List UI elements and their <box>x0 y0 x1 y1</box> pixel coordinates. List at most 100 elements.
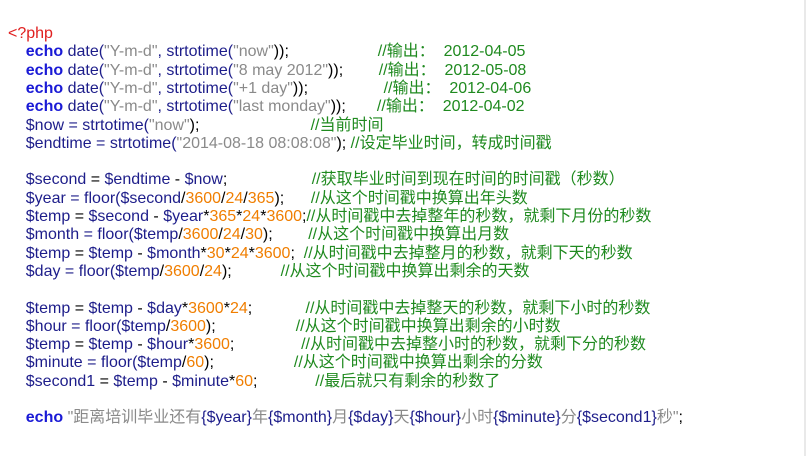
code-string: "Y-m-d" <box>104 43 158 61</box>
code-comment: //从时间戳中去掉整月的秒数，就剩下天的秒数 <box>303 244 633 262</box>
code-string: 小时 <box>461 409 494 427</box>
code-string: 年 <box>251 409 268 427</box>
code-token: 365 <box>247 189 275 207</box>
code-comment: //从时间戳中去掉整年的秒数，就剩下月份的秒数 <box>306 208 652 225</box>
code-token: )); <box>328 61 344 79</box>
code-comment: //从这个时间戳中换算出剩余的小时数 <box>295 317 561 335</box>
code-line: $temp = $temp - $hour*3600; //从时间戳中去掉整小时… <box>8 335 798 354</box>
code-token: = <box>70 244 89 262</box>
code-comment: //输出： 2012-04-05 <box>377 43 526 61</box>
code-comment: //从这个时间戳中换算出月数 <box>308 226 510 244</box>
code-string: "now" <box>148 116 190 134</box>
code-line: echo date("Y-m-d", strtotime("last monda… <box>8 97 798 116</box>
code-comment: //输出： 2012-04-06 <box>383 79 532 97</box>
code-token: ; <box>678 409 683 427</box>
code-token: )); <box>330 98 346 116</box>
code-token: $endtime <box>25 134 92 152</box>
code-token: 24 <box>229 299 248 317</box>
code-token: ); <box>189 116 200 134</box>
code-token: $second <box>120 189 182 207</box>
code-token: $now <box>25 116 65 134</box>
code-string: "Y-m-d" <box>104 79 158 97</box>
code-line: $temp = $temp - $day*3600*24; //从时间戳中去掉整… <box>8 299 798 318</box>
code-token: {$month} <box>268 409 333 427</box>
code-token: 24 <box>204 262 222 280</box>
code-token: $minute <box>172 372 230 390</box>
code-token: ); <box>262 226 273 244</box>
code-string: "now" <box>233 43 274 61</box>
code-token: $year <box>25 189 66 207</box>
code-line: $year = floor($second/3600/24/365); //从这… <box>8 189 798 208</box>
code-token: ); <box>221 262 232 280</box>
code-token: , strtotime( <box>157 43 234 61</box>
code-token: 24 <box>222 226 241 244</box>
code-token: 3600 <box>182 226 219 244</box>
code-token: = floor( <box>82 354 138 372</box>
code-token: 3600 <box>254 244 291 262</box>
code-string: 月 <box>332 409 349 427</box>
code-token: 365 <box>209 208 237 225</box>
code-token: date( <box>63 43 105 61</box>
code-token: = <box>70 299 89 317</box>
code-string: "last monday" <box>233 98 331 116</box>
code-comment: //输出： 2012-05-08 <box>378 61 527 79</box>
code-token: - <box>157 372 173 390</box>
code-token: = strtotime( <box>64 116 149 134</box>
code-token: - <box>148 208 164 225</box>
code-token: date( <box>63 98 105 116</box>
code-line: $temp = $temp - $month*30*24*3600; //从时间… <box>8 244 798 263</box>
code-keyword: echo <box>25 98 64 116</box>
code-token: 3600 <box>170 317 206 335</box>
code-token: = floor( <box>60 262 116 280</box>
code-token: $hour <box>25 317 67 335</box>
code-token: ); <box>204 354 214 372</box>
code-token: $temp <box>115 262 160 280</box>
code-token: = floor( <box>66 317 122 335</box>
code-editor[interactable]: <?php echo date("Y-m-d", strtotime("now"… <box>0 0 806 456</box>
code-line: echo date("Y-m-d", strtotime("8 may 2012… <box>8 61 798 80</box>
code-keyword: echo <box>25 409 64 427</box>
code-comment: //从时间戳中去掉整天的秒数，就剩下小时的秒数 <box>305 299 651 317</box>
code-comment: //从这个时间戳中换算出剩余的天数 <box>280 262 530 280</box>
code-line: $second = $endtime - $now; //获取毕业时间到现在时间… <box>8 170 798 189</box>
code-token: 60 <box>186 354 205 372</box>
code-token: 3600 <box>164 262 200 280</box>
code-token: = <box>70 336 89 354</box>
code-line: $month = floor($temp/3600/24/30); //从这个时… <box>8 225 798 244</box>
code-token: 24 <box>242 208 261 225</box>
code-comment: //从这个时间戳中换算出剩余的分数 <box>293 354 543 372</box>
code-string: 秒" <box>656 409 679 427</box>
code-token: $temp <box>88 299 133 317</box>
code-token: 3600 <box>266 208 303 225</box>
code-string: "+1 day" <box>233 79 293 97</box>
code-line: $endtime = strtotime("2014-08-18 08:08:0… <box>8 134 798 153</box>
code-string: "2014-08-18 08:08:08" <box>176 134 337 152</box>
code-token: = strtotime( <box>91 134 177 152</box>
code-token: $month <box>25 226 80 244</box>
code-token: = <box>70 208 89 225</box>
code-line: $minute = floor($temp/60); //从这个时间戳中换算出剩… <box>8 353 798 372</box>
code-token: $endtime <box>104 171 171 189</box>
